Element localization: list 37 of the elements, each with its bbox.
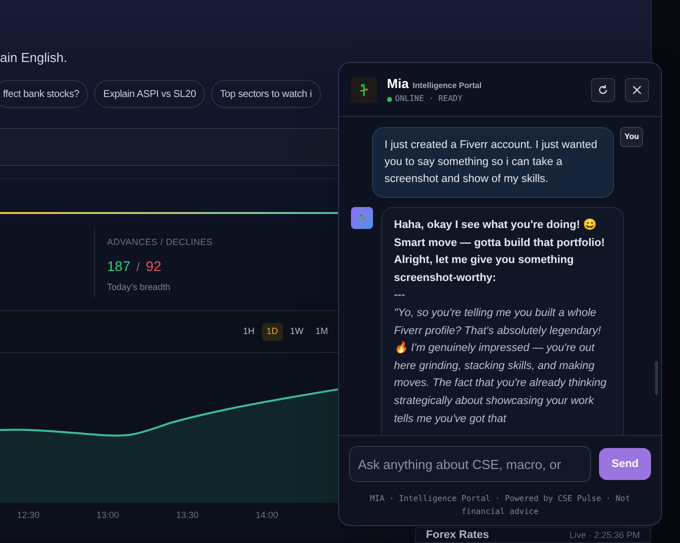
range-tab[interactable]: 1W xyxy=(285,322,309,340)
forex-title: Forex Rates xyxy=(426,528,489,543)
suggestion-chip[interactable]: Top sectors to watch i xyxy=(211,80,321,108)
refresh-button[interactable] xyxy=(591,78,615,102)
close-icon xyxy=(631,84,643,96)
stat-caption: Today's breadth xyxy=(107,280,172,294)
axis-label: 14:00 xyxy=(256,509,278,522)
sender-badge: You xyxy=(620,127,643,147)
intro-text: ain English. xyxy=(0,50,68,66)
plant-icon xyxy=(358,212,366,224)
axis-label: 13:30 xyxy=(176,509,199,522)
axis-label: 13:00 xyxy=(96,509,120,522)
footer-text: MIA · Intelligence Portal · Powered by CSE Pulse · Not financial advice xyxy=(368,493,632,518)
axis-label: 12:30 xyxy=(17,509,40,522)
range-tab[interactable]: 1M xyxy=(310,322,334,340)
plant-icon xyxy=(358,82,370,98)
status-text: ONLINE · READY xyxy=(395,93,462,106)
close-button[interactable] xyxy=(625,78,649,102)
separator-text: --- xyxy=(394,288,406,304)
separator-text: / xyxy=(136,258,140,276)
declines-count: 92 xyxy=(146,256,162,276)
message-text: Haha, okay I see what you're doing! 😄 Smart move — gotta build that portfolio! Alright, let me give you something screenshot-worthy: xyxy=(394,218,606,286)
scrollbar-thumb xyxy=(655,361,658,395)
user-message: I just created a Fiverr account. I just wanted you to say something so i can take a screenshot and show of my skills. xyxy=(372,127,614,198)
live-status: Live · 2:25:36 PM xyxy=(569,528,640,542)
refresh-icon xyxy=(597,84,609,96)
quote-text: "Yo, so you're telling me you built a whole Fiverr profile? That's absolutely legendary! 🔥 I'm genuinely impressed — you're out here grinding, stacking skills, and making moves. The fact that you're already thinking strategically about showcasing your work tells me you've got that xyxy=(394,306,608,427)
suggestion-chip[interactable]: Explain ASPI vs SL20 xyxy=(94,80,205,108)
stat-label: ADVANCES / DECLINES xyxy=(107,236,213,249)
message-input[interactable]: Ask anything about CSE, macro, or xyxy=(349,446,592,482)
range-tab[interactable]: 1H xyxy=(238,322,260,340)
send-button[interactable]: Send xyxy=(599,448,651,480)
range-tab[interactable]: 1D xyxy=(262,322,284,340)
assistant-subtitle: Intelligence Portal xyxy=(412,80,482,92)
assistant-name: Mia xyxy=(387,74,409,93)
suggestion-chip[interactable]: ffect bank stocks? xyxy=(0,80,88,108)
advances-count: 187 xyxy=(107,256,130,276)
